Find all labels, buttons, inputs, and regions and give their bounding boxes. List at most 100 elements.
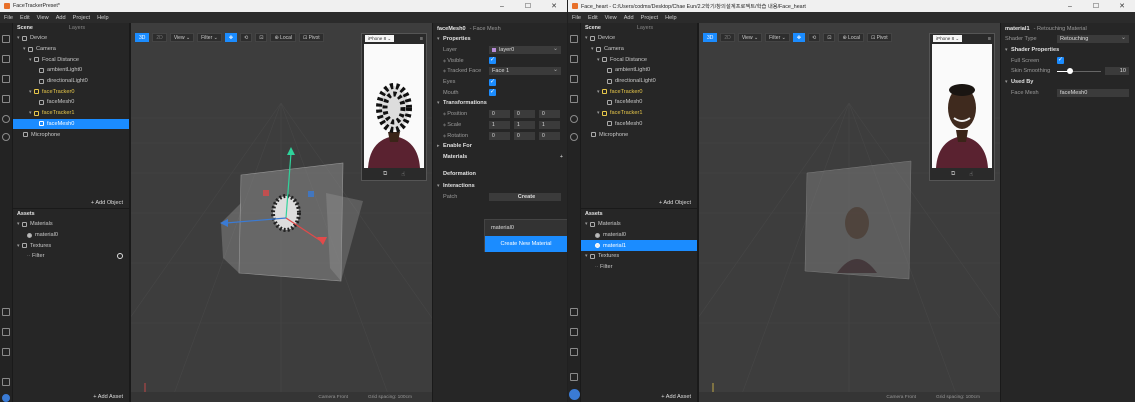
tab-layers[interactable]: Layers xyxy=(637,25,653,31)
menu-view[interactable]: View xyxy=(605,15,617,21)
scale-x-input[interactable]: 1 xyxy=(489,120,510,129)
full-screen-checkbox[interactable]: ✓ xyxy=(1057,57,1064,65)
position-y-input[interactable]: 0 xyxy=(514,110,535,119)
move-tool-icon[interactable]: ✥ xyxy=(792,33,806,42)
pivot-toggle[interactable]: ⊡ Pivot xyxy=(299,33,324,42)
asset-folder-textures[interactable]: ▾ Textures xyxy=(581,251,697,262)
layout-icon[interactable] xyxy=(2,35,10,43)
touch-icon[interactable]: ☝ xyxy=(401,171,405,178)
asset-folder-materials[interactable]: ▾ Materials xyxy=(581,219,697,230)
rotation-y-input[interactable]: 0 xyxy=(514,131,535,140)
tree-item-facetracker0[interactable]: ▾ faceTracker0 xyxy=(581,86,697,97)
skin-smoothing-slider[interactable] xyxy=(1057,71,1101,73)
tree-item-facetracker1[interactable]: ▾ faceTracker1 xyxy=(581,108,697,119)
section-properties[interactable]: ▾ Properties xyxy=(433,34,567,45)
tree-item-camera[interactable]: ▾ Camera xyxy=(13,44,129,55)
lock-icon[interactable] xyxy=(2,378,10,386)
menu-edit[interactable]: Edit xyxy=(588,15,598,21)
filter-dropdown[interactable]: Filter ⌄ xyxy=(197,33,222,42)
close-button[interactable]: ✕ xyxy=(1109,2,1135,10)
scale-z-input[interactable]: 1 xyxy=(539,120,560,129)
rotate-tool-icon[interactable]: ⟲ xyxy=(240,33,253,42)
add-object-button[interactable]: + Add Object xyxy=(581,198,697,208)
slider-knob[interactable] xyxy=(1067,68,1073,75)
device-dropdown[interactable]: iPhone 8 ⌄ xyxy=(365,35,395,42)
screenshot-icon[interactable]: ⧉ xyxy=(383,171,387,178)
scale-y-input[interactable]: 1 xyxy=(514,120,535,129)
avatar[interactable] xyxy=(569,389,580,400)
rotate-tool-icon[interactable]: ⟲ xyxy=(808,33,821,42)
section-shader-properties[interactable]: ▾ Shader Properties xyxy=(1001,45,1135,56)
add-object-button[interactable]: + Add Object xyxy=(13,198,129,208)
view-dropdown[interactable]: View ⌄ xyxy=(169,33,195,42)
create-new-material-button[interactable]: Create New Material xyxy=(485,236,567,252)
view-3d-button[interactable]: 3D xyxy=(703,33,718,42)
tab-scene[interactable]: Scene xyxy=(585,25,601,31)
menu-icon[interactable]: ≡ xyxy=(988,36,991,42)
local-toggle[interactable]: ⊕ Local xyxy=(270,33,296,42)
menu-icon[interactable]: ≡ xyxy=(420,36,423,42)
rotation-z-input[interactable]: 0 xyxy=(539,131,560,140)
scale-tool-icon[interactable]: ⊡ xyxy=(823,33,836,42)
menu-project[interactable]: Project xyxy=(641,15,658,21)
tree-item-facemesh0-second[interactable]: faceMesh0 xyxy=(581,119,697,130)
tracked-face-dropdown[interactable]: Face 1 xyxy=(489,66,561,76)
move-tool-icon[interactable]: ✥ xyxy=(224,33,238,42)
publish-icon[interactable] xyxy=(2,348,10,356)
upload-icon[interactable] xyxy=(2,308,10,316)
export-icon[interactable] xyxy=(570,328,578,336)
touch-icon[interactable]: ☝ xyxy=(969,171,973,178)
section-transformations[interactable]: ▾ Transformations xyxy=(433,98,567,109)
menu-add[interactable]: Add xyxy=(56,15,66,21)
face-mesh-reference[interactable]: faceMesh0 xyxy=(1057,88,1129,97)
maximize-button[interactable]: ☐ xyxy=(1083,2,1109,10)
layer-dropdown[interactable]: layer0 xyxy=(489,45,561,55)
tree-item-focal-distance[interactable]: ▾ Focal Distance xyxy=(581,54,697,65)
pause-icon[interactable] xyxy=(570,75,578,83)
avatar[interactable] xyxy=(2,394,10,402)
tree-item-device[interactable]: ▾ Device xyxy=(13,33,129,44)
add-asset-button[interactable]: + Add Asset xyxy=(13,392,129,402)
pivot-toggle[interactable]: ⊡ Pivot xyxy=(867,33,892,42)
view-3d-button[interactable]: 3D xyxy=(135,33,150,42)
asset-material1-selected[interactable]: material1 xyxy=(581,240,697,252)
menu-help[interactable]: Help xyxy=(97,15,109,21)
shader-type-dropdown[interactable]: Retouching xyxy=(1057,34,1129,44)
section-used-by[interactable]: ▾ Used By xyxy=(1001,77,1135,88)
asset-folder-textures[interactable]: ▾ Textures xyxy=(13,240,129,251)
tree-item-facetracker0[interactable]: ▾ faceTracker0 xyxy=(13,86,129,97)
tree-item-facemesh0-selected[interactable]: faceMesh0 xyxy=(13,118,129,130)
menu-project[interactable]: Project xyxy=(73,15,90,21)
add-material-button[interactable]: + xyxy=(560,154,563,160)
view-dropdown[interactable]: View ⌄ xyxy=(737,33,763,42)
upload-icon[interactable] xyxy=(570,308,578,316)
viewport[interactable]: 3D 2D View ⌄ Filter ⌄ ✥ ⟲ ⊡ ⊕ Local ⊡ Pi… xyxy=(131,23,432,402)
pause-icon[interactable] xyxy=(2,75,10,83)
tree-item-focal-distance[interactable]: ▾ Focal Distance xyxy=(13,54,129,65)
tab-layers[interactable]: Layers xyxy=(69,25,85,31)
eyes-checkbox[interactable]: ✓ xyxy=(489,78,496,86)
search-icon[interactable] xyxy=(2,133,10,141)
tree-item-facemesh0[interactable]: faceMesh0 xyxy=(581,97,697,108)
tree-item-camera[interactable]: ▾ Camera xyxy=(581,44,697,55)
export-icon[interactable] xyxy=(2,328,10,336)
refresh-icon[interactable] xyxy=(2,115,10,123)
minimize-button[interactable]: – xyxy=(489,3,515,10)
tree-item-facetracker1[interactable]: ▾ faceTracker1 xyxy=(13,108,129,119)
menu-file[interactable]: File xyxy=(572,15,581,21)
patch-create-button[interactable]: Create xyxy=(489,192,561,201)
asset-material0[interactable]: material0 xyxy=(581,230,697,241)
mouth-checkbox[interactable]: ✓ xyxy=(489,89,496,97)
close-button[interactable]: ✕ xyxy=(541,2,567,10)
patch-editor-icon[interactable] xyxy=(2,55,10,63)
position-x-input[interactable]: 0 xyxy=(489,110,510,119)
asset-filter[interactable]: ·· Filter xyxy=(581,262,697,273)
add-asset-button[interactable]: + Add Asset xyxy=(581,392,697,402)
local-toggle[interactable]: ⊕ Local xyxy=(838,33,864,42)
patch-editor-icon[interactable] xyxy=(570,55,578,63)
maximize-button[interactable]: ☐ xyxy=(515,2,541,10)
view-2d-button[interactable]: 2D xyxy=(720,33,735,42)
popup-item-material0[interactable]: material0 xyxy=(485,220,567,236)
tree-item-ambient-light[interactable]: ambientLight0 xyxy=(13,65,129,76)
scale-tool-icon[interactable]: ⊡ xyxy=(255,33,268,42)
